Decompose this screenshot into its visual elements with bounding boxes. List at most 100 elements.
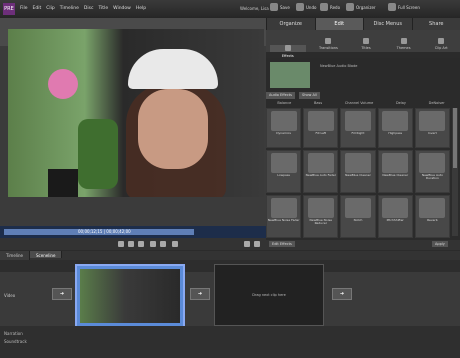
menu-window[interactable]: Window: [113, 6, 131, 11]
video-track-label: Video: [4, 293, 16, 298]
transition-slot[interactable]: ➜: [332, 288, 352, 300]
category-label: Balance: [277, 101, 292, 105]
effect-item[interactable]: PitchShifter: [377, 194, 413, 238]
undo-icon: [296, 3, 304, 11]
rewind-button[interactable]: [118, 241, 124, 247]
effect-item[interactable]: Invert: [414, 108, 450, 148]
effect-item[interactable]: NewBlue Noise Reducer: [303, 194, 339, 238]
subtab-effects[interactable]: Effects: [269, 45, 306, 58]
subtab-themes[interactable]: Themes: [389, 38, 419, 52]
audio-tracks: Narration Soundtrack: [0, 326, 460, 358]
effect-item[interactable]: Highpass: [377, 108, 413, 148]
speaker-icon: [344, 197, 371, 218]
speaker-icon: [270, 197, 297, 218]
tab-disc-menus[interactable]: Disc Menus: [363, 18, 412, 30]
step-back-button[interactable]: [128, 241, 134, 247]
apply-button[interactable]: Apply: [432, 241, 448, 247]
timecode: 00;00;12;15 | 00;00;42;00: [78, 229, 131, 234]
redo-icon: [320, 3, 328, 11]
effect-item[interactable]: Fill Left: [303, 108, 339, 148]
transition-slot[interactable]: ➜: [190, 288, 210, 300]
category-label: Delay: [395, 101, 407, 105]
save-button[interactable]: Save: [270, 3, 290, 11]
effect-name: NewBlue Audio Blade: [320, 64, 358, 68]
effect-item[interactable]: Fill Right: [340, 108, 376, 148]
effect-item[interactable]: Reverb: [414, 194, 450, 238]
subtab-clip-art[interactable]: Clip Art: [426, 38, 456, 52]
speaker-icon: [382, 111, 409, 131]
effect-type-select[interactable]: Audio Effects: [266, 92, 295, 99]
split-button[interactable]: [244, 241, 250, 247]
menu-help[interactable]: Help: [136, 6, 146, 11]
filter-bar: Audio Effects Show All: [266, 92, 460, 100]
effect-categories: Balance Bass Channel Volume Delay DeNois…: [266, 101, 456, 107]
effects-icon: [284, 45, 291, 51]
effect-thumbnail: [270, 62, 310, 88]
welcome-text: Welcome, Lisa: [240, 6, 269, 11]
category-label: Channel Volume: [344, 101, 374, 105]
organizer-button[interactable]: Organizer: [346, 3, 376, 11]
narration-label: Narration: [4, 331, 23, 336]
speaker-icon: [307, 197, 334, 218]
speaker-icon: [419, 111, 446, 131]
menu-bar: PRE File Edit Clip Timeline Disc Title W…: [0, 0, 460, 18]
tab-edit[interactable]: Edit: [314, 18, 363, 30]
fast-forward-button[interactable]: [160, 241, 166, 247]
tab-share[interactable]: Share: [411, 18, 460, 30]
scrubber[interactable]: 00;00;12;15 | 00;00;42;00: [0, 226, 266, 238]
tab-organize[interactable]: Organize: [266, 18, 315, 30]
effect-item[interactable]: NewBlue Cleaner: [377, 149, 413, 193]
save-icon: [270, 3, 278, 11]
undo-button[interactable]: Undo: [296, 3, 316, 11]
fullscreen-button[interactable]: Full Screen: [388, 3, 420, 11]
playback-controls: [0, 238, 266, 250]
clip-thumbnail: [80, 269, 180, 323]
app-logo: PRE: [3, 3, 15, 15]
tab-timeline[interactable]: Timeline: [0, 251, 31, 260]
redo-button[interactable]: Redo: [320, 3, 340, 11]
subtab-titles[interactable]: Titles: [351, 38, 381, 52]
subtab-transitions[interactable]: Transitions: [313, 38, 343, 52]
volume-button[interactable]: [172, 241, 178, 247]
speaker-icon: [419, 197, 446, 218]
main-menu: File Edit Clip Timeline Disc Title Windo…: [20, 6, 146, 11]
speaker-icon: [382, 197, 409, 218]
edit-effects-button[interactable]: Edit Effects: [269, 241, 295, 247]
effect-item[interactable]: NewBlue Auto Duration: [414, 149, 450, 193]
effect-item[interactable]: Dynamics: [266, 108, 302, 148]
speaker-icon: [307, 111, 334, 131]
drop-zone[interactable]: Drag next clip here: [214, 264, 324, 326]
speaker-icon: [419, 152, 446, 173]
effect-item[interactable]: Lowpass: [266, 149, 302, 193]
show-select[interactable]: Show All: [298, 92, 320, 99]
menu-disc[interactable]: Disc: [84, 6, 94, 11]
transition-slot[interactable]: ➜: [52, 288, 72, 300]
speaker-icon: [270, 111, 297, 131]
scroll-thumb[interactable]: [453, 108, 457, 168]
organizer-icon: [346, 3, 354, 11]
category-label: DeNoiser: [428, 101, 445, 105]
titles-icon: [362, 38, 369, 44]
play-button[interactable]: [138, 241, 144, 247]
effect-item[interactable]: Notch: [340, 194, 376, 238]
text-button[interactable]: [254, 241, 260, 247]
tab-sceneline[interactable]: Sceneline: [30, 251, 63, 258]
menu-edit[interactable]: Edit: [33, 6, 42, 11]
scene-clip[interactable]: [75, 264, 185, 328]
selected-effect-row: NewBlue Audio Blade: [266, 58, 460, 90]
menu-clip[interactable]: Clip: [46, 6, 55, 11]
menu-title[interactable]: Title: [98, 6, 108, 11]
step-forward-button[interactable]: [150, 241, 156, 247]
speaker-icon: [270, 152, 297, 173]
menu-file[interactable]: File: [20, 6, 28, 11]
speaker-icon: [344, 111, 371, 131]
menu-timeline[interactable]: Timeline: [60, 6, 79, 11]
effect-item[interactable]: NewBlue Auto Fader: [303, 149, 339, 193]
effects-scrollbar[interactable]: [452, 108, 458, 236]
edit-subtabs: Effects Transitions Titles Themes Clip A…: [266, 30, 460, 58]
speaker-icon: [382, 152, 409, 173]
effect-item[interactable]: NewBlue Cleaner: [340, 149, 376, 193]
timeline-tabs: Timeline Sceneline: [0, 251, 460, 260]
drop-zone-label: Drag next clip here: [252, 293, 286, 297]
effect-item[interactable]: NewBlue Noise Fader: [266, 194, 302, 238]
